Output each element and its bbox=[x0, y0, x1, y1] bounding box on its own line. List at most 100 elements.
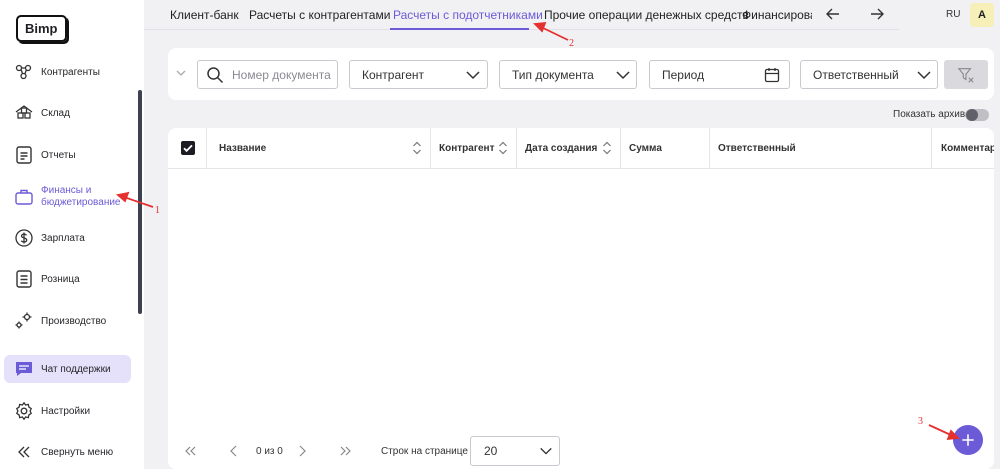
show-archive-label: Показать архив bbox=[893, 109, 966, 120]
sidebar-item-finance[interactable]: Финансы и бюджетирование bbox=[4, 182, 131, 212]
document-type-select-value: Тип документа bbox=[512, 67, 594, 82]
production-icon bbox=[14, 311, 34, 331]
responsible-select-value: Ответственный bbox=[813, 67, 899, 82]
contractor-select-value: Контрагент bbox=[362, 67, 425, 82]
sort-icon[interactable] bbox=[602, 140, 612, 156]
sidebar: Bimp Контрагенты Склад Отчеты Финансы и … bbox=[0, 0, 144, 469]
filter-clear-icon bbox=[957, 67, 974, 83]
column-header-created-date[interactable]: Дата создания bbox=[517, 128, 621, 169]
column-header-label: Название bbox=[219, 143, 267, 154]
chevron-down-icon bbox=[466, 71, 480, 80]
toggle-knob bbox=[966, 109, 978, 121]
sidebar-item-contractors[interactable]: Контрагенты bbox=[4, 57, 131, 87]
finance-icon bbox=[14, 187, 34, 207]
tab-bar: Клиент-банк Расчеты с контрагентами Расч… bbox=[144, 0, 1000, 30]
rows-per-page-select[interactable]: 20 bbox=[470, 436, 560, 466]
table-header: Название Контрагент Дата создания Сумма … bbox=[168, 128, 994, 169]
sort-icon[interactable] bbox=[498, 140, 508, 156]
sidebar-item-label: Финансы и бюджетирование bbox=[41, 185, 121, 208]
rows-per-page-value: 20 bbox=[484, 444, 498, 458]
sidebar-item-warehouse[interactable]: Склад bbox=[4, 98, 131, 128]
collapse-icon bbox=[14, 442, 34, 462]
sidebar-scrollbar[interactable] bbox=[138, 90, 142, 314]
document-type-select[interactable]: Тип документа bbox=[499, 60, 637, 89]
warehouse-icon bbox=[14, 103, 34, 123]
gear-icon bbox=[14, 401, 34, 421]
column-header-contractor[interactable]: Контрагент bbox=[431, 128, 517, 169]
sidebar-item-salary[interactable]: Зарплата bbox=[4, 223, 131, 253]
page-info: 0 из 0 bbox=[256, 446, 283, 457]
period-picker-value: Период bbox=[662, 67, 705, 82]
document-number-input[interactable] bbox=[232, 67, 337, 82]
arrow-left-icon[interactable] bbox=[824, 4, 842, 24]
logo[interactable]: Bimp bbox=[16, 15, 67, 42]
search-icon bbox=[207, 67, 224, 84]
plus-icon bbox=[962, 434, 974, 446]
prev-page-button[interactable] bbox=[226, 443, 242, 459]
rows-per-page-label: Строк на странице bbox=[381, 446, 468, 457]
chevrons-left-icon bbox=[185, 446, 196, 456]
document-number-search[interactable] bbox=[197, 60, 338, 89]
chevron-down-icon bbox=[917, 71, 931, 80]
column-header-label: Комментар bbox=[941, 143, 994, 154]
sidebar-item-retail[interactable]: Розница bbox=[4, 264, 131, 294]
tab-other-cash-operations[interactable]: Прочие операции денежных средств bbox=[544, 8, 749, 22]
sidebar-item-label: Розница bbox=[41, 273, 80, 285]
checkmark-icon bbox=[183, 144, 193, 153]
column-header-label: Дата создания bbox=[525, 143, 598, 154]
documents-table: Название Контрагент Дата создания Сумма … bbox=[168, 128, 994, 469]
sidebar-item-label: Зарплата bbox=[41, 232, 85, 244]
avatar[interactable]: A bbox=[970, 3, 994, 27]
sidebar-item-reports[interactable]: Отчеты bbox=[4, 140, 131, 170]
language-switcher[interactable]: RU bbox=[946, 9, 960, 20]
chevron-right-icon bbox=[299, 445, 306, 457]
sidebar-item-label: Отчеты bbox=[41, 149, 76, 161]
annotation-number-2: 2 bbox=[569, 38, 574, 49]
reports-icon bbox=[14, 145, 34, 165]
contractors-icon bbox=[14, 62, 34, 82]
sidebar-item-collapse-menu[interactable]: Свернуть меню bbox=[4, 437, 131, 467]
select-all-checkbox[interactable] bbox=[181, 141, 195, 155]
sidebar-item-settings[interactable]: Настройки bbox=[4, 396, 131, 426]
last-page-button[interactable] bbox=[338, 443, 354, 459]
tab-client-bank[interactable]: Клиент-банк bbox=[170, 8, 239, 22]
sidebar-item-support-chat[interactable]: Чат поддержки bbox=[4, 355, 131, 383]
chevrons-right-icon bbox=[340, 446, 351, 456]
select-all-cell bbox=[168, 128, 207, 169]
sidebar-item-production[interactable]: Производство bbox=[4, 306, 131, 336]
clear-filters-button[interactable] bbox=[944, 60, 988, 89]
annotation-number-3: 3 bbox=[918, 416, 923, 427]
chat-icon bbox=[14, 359, 34, 379]
show-archive-toggle[interactable] bbox=[965, 109, 989, 121]
next-page-button[interactable] bbox=[294, 443, 310, 459]
column-header-amount[interactable]: Сумма bbox=[621, 128, 710, 169]
retail-icon bbox=[14, 269, 34, 289]
column-header-label: Контрагент bbox=[439, 143, 495, 154]
period-picker[interactable]: Период bbox=[649, 60, 790, 89]
arrow-right-icon[interactable] bbox=[868, 4, 886, 24]
column-header-responsible[interactable]: Ответственный bbox=[710, 128, 932, 169]
first-page-button[interactable] bbox=[182, 443, 198, 459]
active-tab-indicator bbox=[390, 28, 529, 30]
chevron-down-icon[interactable] bbox=[174, 66, 188, 80]
column-header-name[interactable]: Название bbox=[207, 128, 431, 169]
tab-accountable-settlements[interactable]: Расчеты с подотчетниками bbox=[393, 8, 543, 22]
calendar-icon bbox=[764, 68, 780, 83]
tab-contractor-settlements[interactable]: Расчеты с контрагентами bbox=[249, 8, 390, 22]
sidebar-item-label: Производство bbox=[41, 315, 107, 327]
sort-icon[interactable] bbox=[412, 140, 422, 156]
add-document-button[interactable] bbox=[953, 425, 983, 455]
chevron-down-icon bbox=[540, 447, 552, 455]
annotation-number-1: 1 bbox=[155, 205, 160, 216]
sidebar-item-label: Контрагенты bbox=[41, 66, 100, 78]
salary-icon bbox=[14, 228, 34, 248]
sidebar-item-label: Свернуть меню bbox=[41, 446, 114, 458]
chevron-left-icon bbox=[230, 445, 237, 457]
sidebar-item-label: Настройки bbox=[41, 405, 91, 417]
sidebar-item-label: Склад bbox=[41, 107, 70, 119]
responsible-select[interactable]: Ответственный bbox=[800, 60, 938, 89]
tab-financing[interactable]: Финансирован bbox=[742, 8, 812, 22]
column-header-comment[interactable]: Комментар bbox=[932, 128, 994, 169]
contractor-select[interactable]: Контрагент bbox=[349, 60, 488, 89]
chevron-down-icon bbox=[616, 71, 630, 80]
